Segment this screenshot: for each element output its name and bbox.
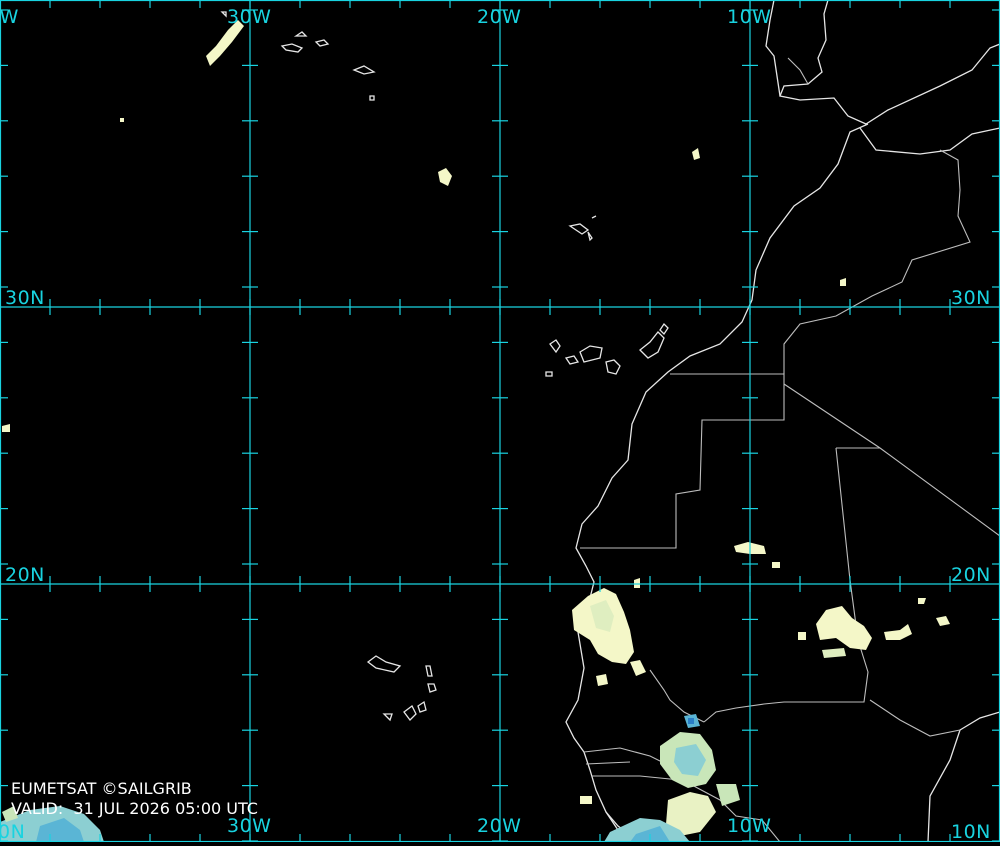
lon-label-bottom-30w: 30W xyxy=(227,815,272,837)
lat-label-right-30n: 30N xyxy=(951,287,991,309)
coastlines xyxy=(220,0,1000,843)
africa-coastline xyxy=(565,0,1000,843)
lon-label-top-edge: 0W xyxy=(0,6,19,28)
lon-label-bottom-10w: 10W xyxy=(727,815,772,837)
lat-label-left-30n: 30N xyxy=(5,287,45,309)
cloud-mali xyxy=(798,598,950,658)
graticule xyxy=(0,0,1000,843)
lat-label-left-20n: 20N xyxy=(5,564,45,586)
border-guinea-bissau xyxy=(592,775,681,781)
credit-source: EUMETSAT ©SAILGRIB xyxy=(11,779,192,798)
cape-verde xyxy=(366,655,437,722)
lon-label-bottom-20w: 20W xyxy=(477,815,522,837)
lat-label-bottom-right: 10N xyxy=(951,821,991,843)
border-mali-east xyxy=(869,699,961,737)
border-morocco-algeria xyxy=(783,149,971,374)
lon-label-top-10w: 10W xyxy=(727,6,772,28)
lon-label-top-30w: 30W xyxy=(227,6,272,28)
morocco-coast xyxy=(859,127,1000,155)
border-mauritania-mali xyxy=(703,447,880,723)
credit-valid-time: VALID: 31 JUL 2026 05:00 UTC xyxy=(11,799,258,818)
border-spain-portugal xyxy=(787,57,809,85)
border-gambia xyxy=(583,747,667,765)
border-wsahara-north xyxy=(580,373,785,549)
satellite-map: 0W 30W 20W 10W 30N 30N 20N 20N 0N 30W 20… xyxy=(0,0,1000,843)
madeira xyxy=(568,215,597,242)
lat-label-bottom-left: 0N xyxy=(0,821,26,843)
lat-label-right-20n: 20N xyxy=(951,564,991,586)
lon-label-top-20w: 20W xyxy=(477,6,522,28)
border-mauritania-algeria xyxy=(783,383,1000,537)
map-canvas xyxy=(0,0,1000,843)
cloud-misc xyxy=(2,20,846,432)
borders xyxy=(580,57,1000,843)
canary-islands xyxy=(545,322,669,377)
cloud-cover xyxy=(0,20,950,842)
